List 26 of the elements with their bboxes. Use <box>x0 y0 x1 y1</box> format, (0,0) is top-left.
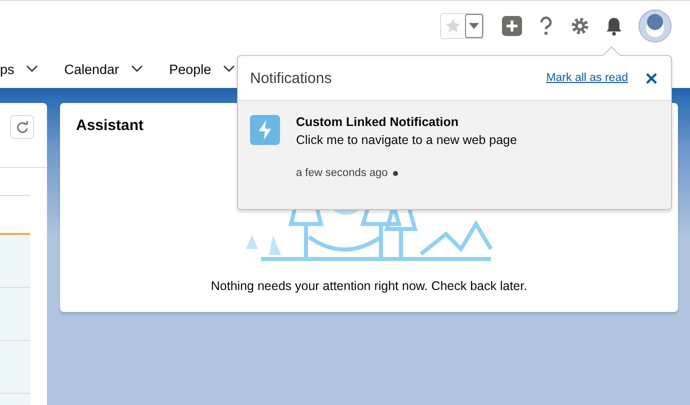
nav-tab[interactable]: ps <box>0 62 14 76</box>
notification-time: a few seconds ago <box>296 167 388 179</box>
favorites-button[interactable] <box>440 12 484 38</box>
nav-tab[interactable]: People <box>169 62 212 76</box>
lightning-bolt-icon <box>250 115 280 145</box>
avatar-icon[interactable] <box>638 8 672 42</box>
unread-dot-icon <box>392 170 398 176</box>
refresh-button[interactable] <box>10 115 34 139</box>
settings-icon[interactable] <box>570 16 590 36</box>
chevron-down-icon[interactable] <box>131 65 144 73</box>
panel-title: Notifications <box>250 70 333 86</box>
chevron-down-icon[interactable] <box>223 65 236 73</box>
card-title: Assistant <box>76 117 144 134</box>
star-icon <box>444 16 462 34</box>
refresh-icon <box>16 120 28 134</box>
close-icon[interactable] <box>646 72 657 84</box>
empty-message: Nothing needs your attention right now. Check back later. <box>210 279 528 293</box>
nav-tab[interactable]: Calendar <box>64 62 120 76</box>
chevron-down-icon[interactable] <box>26 65 38 73</box>
notifications-icon[interactable] <box>604 16 624 36</box>
notification-message: Click me to navigate to a new web page <box>296 133 517 147</box>
notification-title: Custom Linked Notification <box>296 115 460 129</box>
caret-icon[interactable] <box>465 14 483 38</box>
mark-all-read-link[interactable]: Mark all as read <box>546 72 628 84</box>
add-icon[interactable] <box>502 16 522 36</box>
notification-item[interactable]: Custom Linked Notification Click me to navigate to a new web page a few seconds ago <box>238 101 671 209</box>
